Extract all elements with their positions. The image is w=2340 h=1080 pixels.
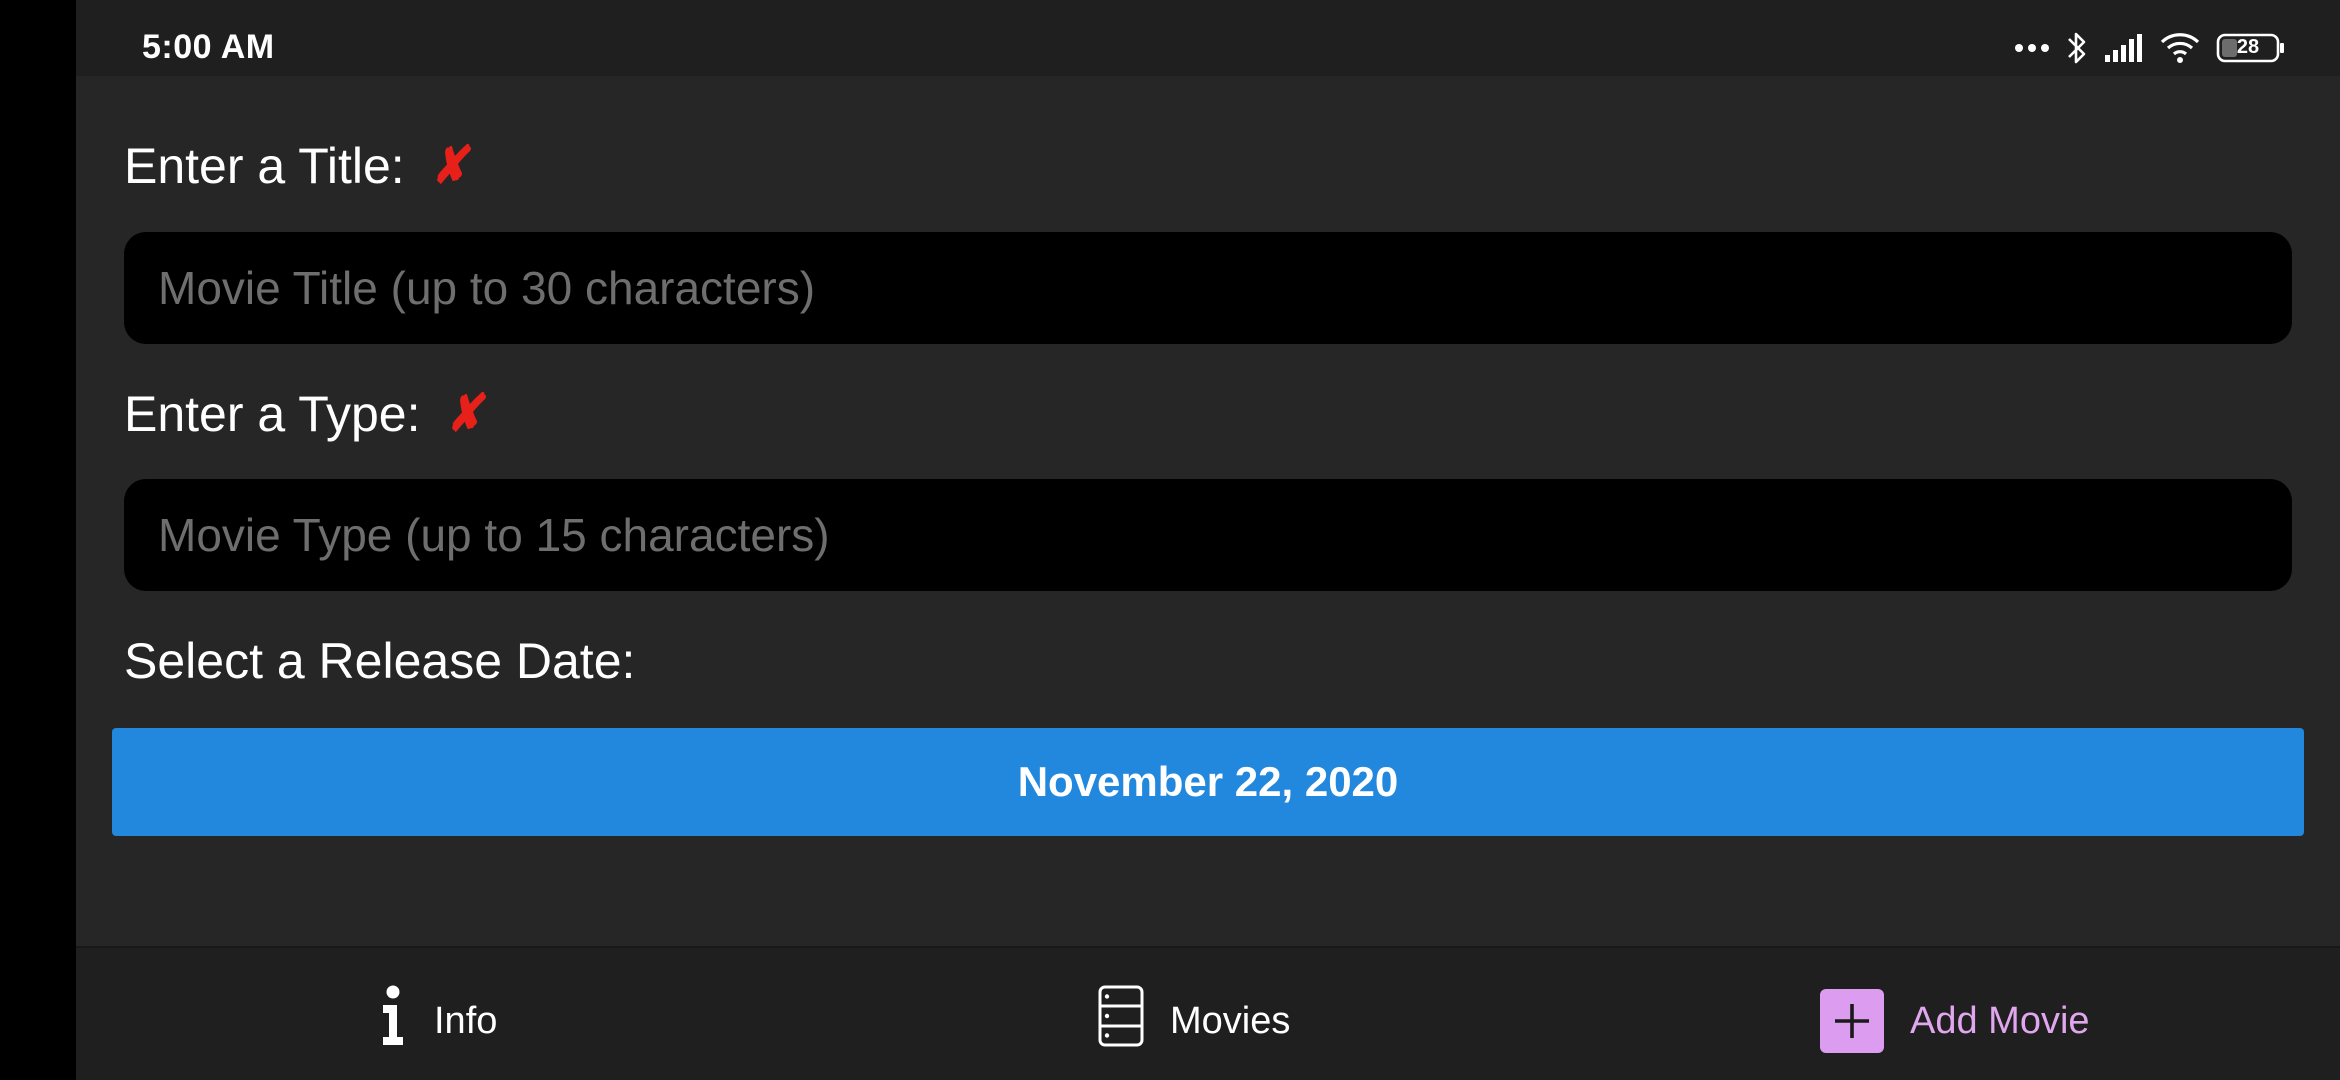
- bottom-nav: Info Movies Add Movie: [76, 946, 2340, 1080]
- nav-info-label: Info: [434, 999, 498, 1042]
- status-bar: 5:00 AM 28: [76, 0, 2340, 76]
- type-label-row: Enter a Type: ✘: [124, 384, 492, 444]
- status-icons: 28: [2014, 26, 2286, 70]
- release-date-button[interactable]: November 22, 2020: [112, 728, 2304, 836]
- title-label: Enter a Title:: [124, 138, 405, 194]
- wifi-icon: [2160, 32, 2200, 64]
- title-input[interactable]: [124, 232, 2292, 344]
- server-list-icon: [1098, 985, 1144, 1057]
- signal-icon: [2104, 33, 2144, 63]
- bluetooth-icon: [2066, 30, 2088, 66]
- title-label-row: Enter a Title: ✘: [124, 136, 477, 196]
- battery-level: 28: [2236, 36, 2260, 58]
- date-label-row: Select a Release Date:: [124, 632, 635, 690]
- app-screen: 5:00 AM 28 Enter a Title: ✘ Ente: [76, 0, 2340, 1080]
- type-label: Enter a Type:: [124, 386, 421, 442]
- nav-movies-label: Movies: [1170, 999, 1291, 1042]
- info-icon: [378, 985, 408, 1057]
- type-input[interactable]: [124, 479, 2292, 591]
- nav-add-movie[interactable]: Add Movie: [1820, 988, 2090, 1054]
- title-invalid-icon: ✘: [428, 137, 477, 195]
- nav-movies[interactable]: Movies: [1098, 985, 1291, 1057]
- release-date-label: Select a Release Date:: [124, 633, 636, 689]
- plus-icon: [1820, 989, 1884, 1053]
- release-date-value: November 22, 2020: [1017, 758, 1399, 805]
- nav-add-movie-label: Add Movie: [1910, 999, 2090, 1042]
- type-invalid-icon: ✘: [444, 385, 492, 443]
- status-time: 5:00 AM: [142, 28, 275, 66]
- more-dots-icon: [2014, 42, 2050, 54]
- battery-icon: 28: [2216, 32, 2286, 64]
- nav-info[interactable]: Info: [378, 985, 498, 1057]
